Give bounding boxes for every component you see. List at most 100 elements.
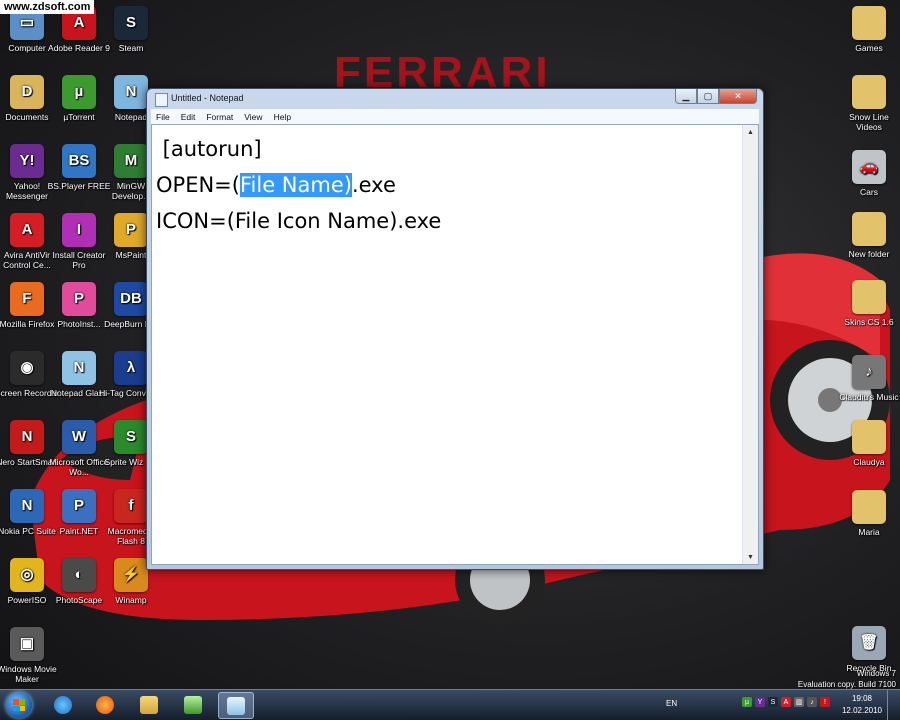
start-button[interactable] (6, 692, 32, 718)
recycle-bin-icon: 🗑 (852, 626, 886, 660)
claudiu-s-music-icon: ♪ (852, 355, 886, 389)
menu-view[interactable]: View (239, 112, 268, 122)
desktop-icon-windows-movie-maker[interactable]: ▣ Windows Movie Maker (0, 627, 60, 684)
desktop-icon-label: Claudya (853, 457, 885, 467)
steam-tray-icon[interactable]: S (768, 697, 778, 707)
macromedia-flash-8-icon: f (114, 489, 148, 523)
desktop-icon-label: Windows Movie Maker (0, 664, 57, 684)
menu-file[interactable]: File (151, 112, 176, 122)
desktop-icon-skins-cs-1-6[interactable]: Skins CS 1.6 (836, 280, 900, 327)
taskbar-ie-icon[interactable] (46, 692, 80, 717)
desktop-icon-cars[interactable]: 🚗 Cars (836, 150, 900, 197)
text-line-1: [autorun] (156, 137, 262, 161)
windows-version-text: Windows 7 (856, 669, 896, 678)
folder-icon (852, 420, 886, 454)
nokia-pc-suite-icon: N (10, 489, 44, 523)
text-line-2: OPEN=(File Name).exe (156, 167, 739, 203)
notepad-window: Untitled - Notepad ▁ ▢ ✕ File Edit Forma… (146, 88, 764, 570)
menu-edit[interactable]: Edit (176, 112, 202, 122)
desktop-icon-claudya[interactable]: Claudya (836, 420, 900, 467)
hi-tag-convert-icon: λ (114, 351, 148, 385)
winamp-icon: ⚡ (114, 558, 148, 592)
maximize-button[interactable]: ▢ (697, 89, 719, 104)
documents-icon: D (10, 75, 44, 109)
deepburn-pro-icon: DB (114, 282, 148, 316)
volume-tray-icon[interactable]: ♪ (807, 697, 817, 707)
show-desktop-button[interactable] (887, 690, 900, 720)
menu-bar: File Edit Format View Help (151, 109, 759, 124)
desktop-icon-maria[interactable]: Maria (836, 490, 900, 537)
microsoft-office-wo-icon: W (62, 420, 96, 454)
desktop-icon-new-folder[interactable]: New folder (836, 212, 900, 259)
desktop-icon-label: Steam (118, 43, 144, 53)
text-line-2-prefix: OPEN=( (156, 173, 240, 197)
watermark-text: www.zdsoft.com (0, 0, 95, 14)
mingw-develop-icon: M (114, 144, 148, 178)
desktop-icon-games[interactable]: Games (836, 6, 900, 53)
window-title: Untitled - Notepad (171, 93, 244, 103)
desktop-icon-label: Claudiu's Music (839, 392, 899, 402)
steam-icon: S (114, 6, 148, 40)
screen-recorder-icon: ◉ (10, 351, 44, 385)
sprite-wiz-1-1-icon: S (114, 420, 148, 454)
taskbar: EN µ Y S A ▥ ♪ ! 19:08 12.02.2010 (0, 689, 900, 720)
desktop-icon-label: Snow Line Videos (849, 112, 889, 132)
alert-tray-icon[interactable]: ! (820, 697, 830, 707)
avira-tray-icon[interactable]: A (781, 697, 791, 707)
photoscape-icon: ◐ (62, 558, 96, 592)
yahoo-tray-icon[interactable]: Y (755, 697, 765, 707)
clock[interactable]: 19:08 12.02.2010 (842, 693, 882, 717)
desktop-icon-claudiu-s-music[interactable]: ♪ Claudiu's Music (836, 355, 900, 402)
utorrent-tray-icon[interactable]: µ (742, 697, 752, 707)
text-editor[interactable]: [autorun] OPEN=(File Name).exe ICON=(File … (151, 124, 759, 565)
scroll-down-arrow-icon[interactable]: ▼ (743, 550, 758, 564)
scroll-up-arrow-icon[interactable]: ▲ (743, 125, 758, 139)
menu-help[interactable]: Help (269, 112, 297, 122)
desktop-icon-label: New folder (848, 249, 890, 259)
folder-icon (852, 212, 886, 246)
windows-movie-maker-icon: ▣ (10, 627, 44, 661)
window-controls: ▁ ▢ ✕ (675, 89, 757, 104)
notepad-app-icon[interactable] (155, 93, 168, 107)
desktop-icon-label: Cars (860, 187, 878, 197)
bs-player-free-icon: BS (62, 144, 96, 178)
install-creator-pro-icon: I (62, 213, 96, 247)
language-indicator[interactable]: EN (666, 699, 677, 708)
mozilla-firefox-icon: F (10, 282, 44, 316)
taskbar-media-player-icon[interactable] (88, 692, 122, 717)
menu-format[interactable]: Format (201, 112, 239, 122)
desktop-icon-recycle-bin[interactable]: 🗑 Recycle Bin (836, 626, 900, 673)
desktop-icon-steam[interactable]: S Steam (98, 6, 164, 53)
nero-startsmart-icon: N (10, 420, 44, 454)
poweriso-icon: ◎ (10, 558, 44, 592)
desktop-icon-label: Maria (858, 527, 880, 537)
clock-time: 19:08 (851, 694, 872, 703)
notepad-glass-icon: N (62, 351, 96, 385)
taskbar-notepad-icon[interactable] (218, 692, 254, 719)
taskbar-app-icon[interactable] (176, 692, 210, 717)
title-bar[interactable]: Untitled - Notepad ▁ ▢ ✕ (147, 89, 763, 109)
avira-antivir-control-ce-icon: A (10, 213, 44, 247)
windows-logo-icon (13, 699, 25, 711)
desktop-icon-label: Games (855, 43, 883, 53)
folder-icon (852, 75, 886, 109)
desktop-icon-label: Skins CS 1.6 (844, 317, 894, 327)
folder-icon (852, 490, 886, 524)
minimize-button[interactable]: ▁ (675, 89, 697, 104)
network-tray-icon[interactable]: ▥ (794, 697, 804, 707)
text-line-3: ICON=(File Icon Name).exe (156, 209, 442, 233)
taskbar-explorer-icon[interactable] (132, 692, 166, 717)
text-content[interactable]: [autorun] OPEN=(File Name).exe ICON=(File … (152, 125, 743, 564)
notepad-icon: N (114, 75, 148, 109)
desktop-icon-snow-line-videos[interactable]: Snow Line Videos (836, 75, 900, 132)
mspaint-icon: P (114, 213, 148, 247)
yahoo-messenger-icon: Y! (10, 144, 44, 178)
windows-build-info: Windows 7 Evaluation copy. Build 7100 (798, 668, 896, 690)
photoinst-icon: P (62, 282, 96, 316)
vertical-scrollbar[interactable]: ▲ ▼ (742, 125, 758, 564)
clock-date: 12.02.2010 (841, 706, 882, 715)
close-button[interactable]: ✕ (719, 89, 757, 104)
folder-icon (852, 280, 886, 314)
system-tray: µ Y S A ▥ ♪ ! (742, 697, 830, 707)
torrent-icon: µ (62, 75, 96, 109)
